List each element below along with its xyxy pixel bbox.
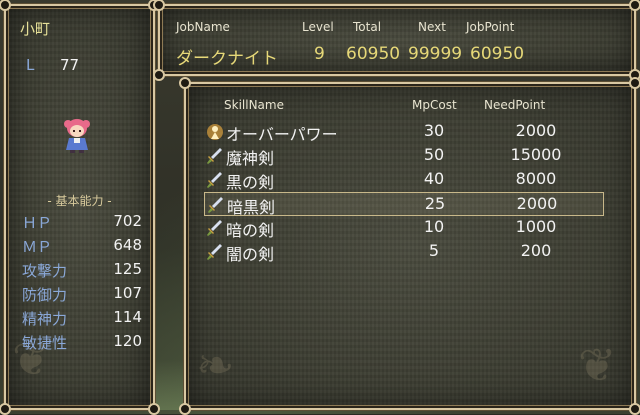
- skill-row[interactable]: 暗の剣 10 1000: [204, 216, 604, 240]
- job-window: JobName Level Total Next JobPoint ダークナイト…: [153, 0, 640, 81]
- header-mpcost: MpCost: [412, 98, 457, 112]
- level-label: L: [26, 56, 35, 74]
- stat-label: 防御力: [22, 286, 68, 304]
- character-name: 小町: [20, 20, 51, 38]
- stat-value: 125: [113, 260, 142, 278]
- stat-value: 648: [113, 236, 142, 254]
- frame-corner: [629, 403, 640, 415]
- skill-mpcost: 40: [423, 169, 445, 188]
- skill-mpcost: 10: [423, 217, 445, 236]
- skill-needpoint: 15000: [510, 145, 562, 164]
- frame-corner: [148, 403, 160, 415]
- sword-icon: [207, 172, 222, 188]
- skill-mpcost: 50: [423, 145, 445, 164]
- frame-corner: [629, 0, 640, 11]
- header-next: Next: [418, 20, 446, 34]
- sword-icon: [208, 197, 223, 213]
- header-jobpoint: JobPoint: [466, 20, 515, 34]
- header-skillname: SkillName: [224, 98, 284, 112]
- skill-needpoint: 200: [520, 241, 552, 260]
- skill-needpoint: 2000: [516, 194, 558, 213]
- status-window: ❦ 小町 L 77 - 基本能力 - ＨＰ 702 ＭＰ 648 攻撃力 125…: [0, 0, 160, 415]
- frame-corner: [0, 0, 11, 11]
- header-total: Total: [353, 20, 382, 34]
- skill-mpcost: 5: [428, 241, 440, 260]
- skill-row[interactable]: 黒の剣 40 8000: [204, 168, 604, 192]
- character-sprite: [64, 119, 90, 153]
- header-jobname: JobName: [176, 20, 230, 34]
- skill-name: 黒の剣: [226, 173, 275, 192]
- frame-corner: [179, 77, 191, 89]
- frame-corner: [153, 69, 165, 81]
- flourish-ornament: ❦: [578, 338, 617, 392]
- sword-icon: [207, 244, 222, 260]
- skill-needpoint: 2000: [515, 121, 557, 140]
- skill-name: オーバーパワー: [226, 125, 338, 144]
- stat-label: ＨＰ: [22, 214, 53, 232]
- skill-needpoint: 1000: [515, 217, 557, 236]
- job-total: 60950: [346, 44, 401, 64]
- stat-label: 精神力: [22, 310, 68, 328]
- frame-corner: [629, 77, 640, 89]
- sword-icon: [207, 148, 222, 164]
- stat-row-agility: 敏捷性 120: [22, 332, 142, 356]
- skill-row-selected[interactable]: 暗黒剣 25 2000: [204, 192, 604, 217]
- flourish-ornament: ❧: [196, 338, 235, 392]
- background-tint: [155, 360, 185, 410]
- skill-window: ❧ ❦ SkillName MpCost NeedPoint オーバーパワー 3…: [179, 77, 640, 415]
- skill-name: 暗黒剣: [227, 198, 276, 217]
- stat-row-spirit: 精神力 114: [22, 308, 142, 332]
- job-next: 99999: [408, 44, 463, 64]
- stat-value: 114: [113, 308, 142, 326]
- skill-name: 暗の剣: [226, 221, 275, 240]
- job-level: 9: [314, 44, 325, 64]
- header-level: Level: [302, 20, 334, 34]
- skill-name: 闇の剣: [226, 245, 275, 264]
- stat-value: 120: [113, 332, 142, 350]
- header-needpoint: NeedPoint: [484, 98, 546, 112]
- skill-mpcost: 30: [423, 121, 445, 140]
- skill-row[interactable]: 魔神剣 50 15000: [204, 144, 604, 168]
- job-jobpoint: 60950: [470, 44, 525, 64]
- frame-corner: [179, 403, 191, 415]
- stat-label: 敏捷性: [22, 334, 68, 352]
- stats-heading: - 基本能力 -: [47, 194, 112, 208]
- skill-mpcost: 25: [424, 194, 446, 213]
- job-name: ダークナイト: [176, 49, 278, 69]
- stat-row-hp: ＨＰ 702: [22, 212, 142, 236]
- stat-row-mp: ＭＰ 648: [22, 236, 142, 260]
- skill-row[interactable]: オーバーパワー 30 2000: [204, 120, 604, 144]
- stat-label: 攻撃力: [22, 262, 68, 280]
- stat-value: 702: [113, 212, 142, 230]
- level-value: 77: [60, 56, 80, 74]
- skill-row[interactable]: 闇の剣 5 200: [204, 240, 604, 264]
- aura-icon: [207, 124, 223, 140]
- stat-row-defense: 防御力 107: [22, 284, 142, 308]
- frame-corner: [153, 0, 165, 11]
- skill-name: 魔神剣: [226, 149, 275, 168]
- skill-needpoint: 8000: [515, 169, 557, 188]
- stat-value: 107: [113, 284, 142, 302]
- sword-icon: [207, 220, 222, 236]
- stat-label: ＭＰ: [22, 238, 53, 256]
- stat-row-attack: 攻撃力 125: [22, 260, 142, 284]
